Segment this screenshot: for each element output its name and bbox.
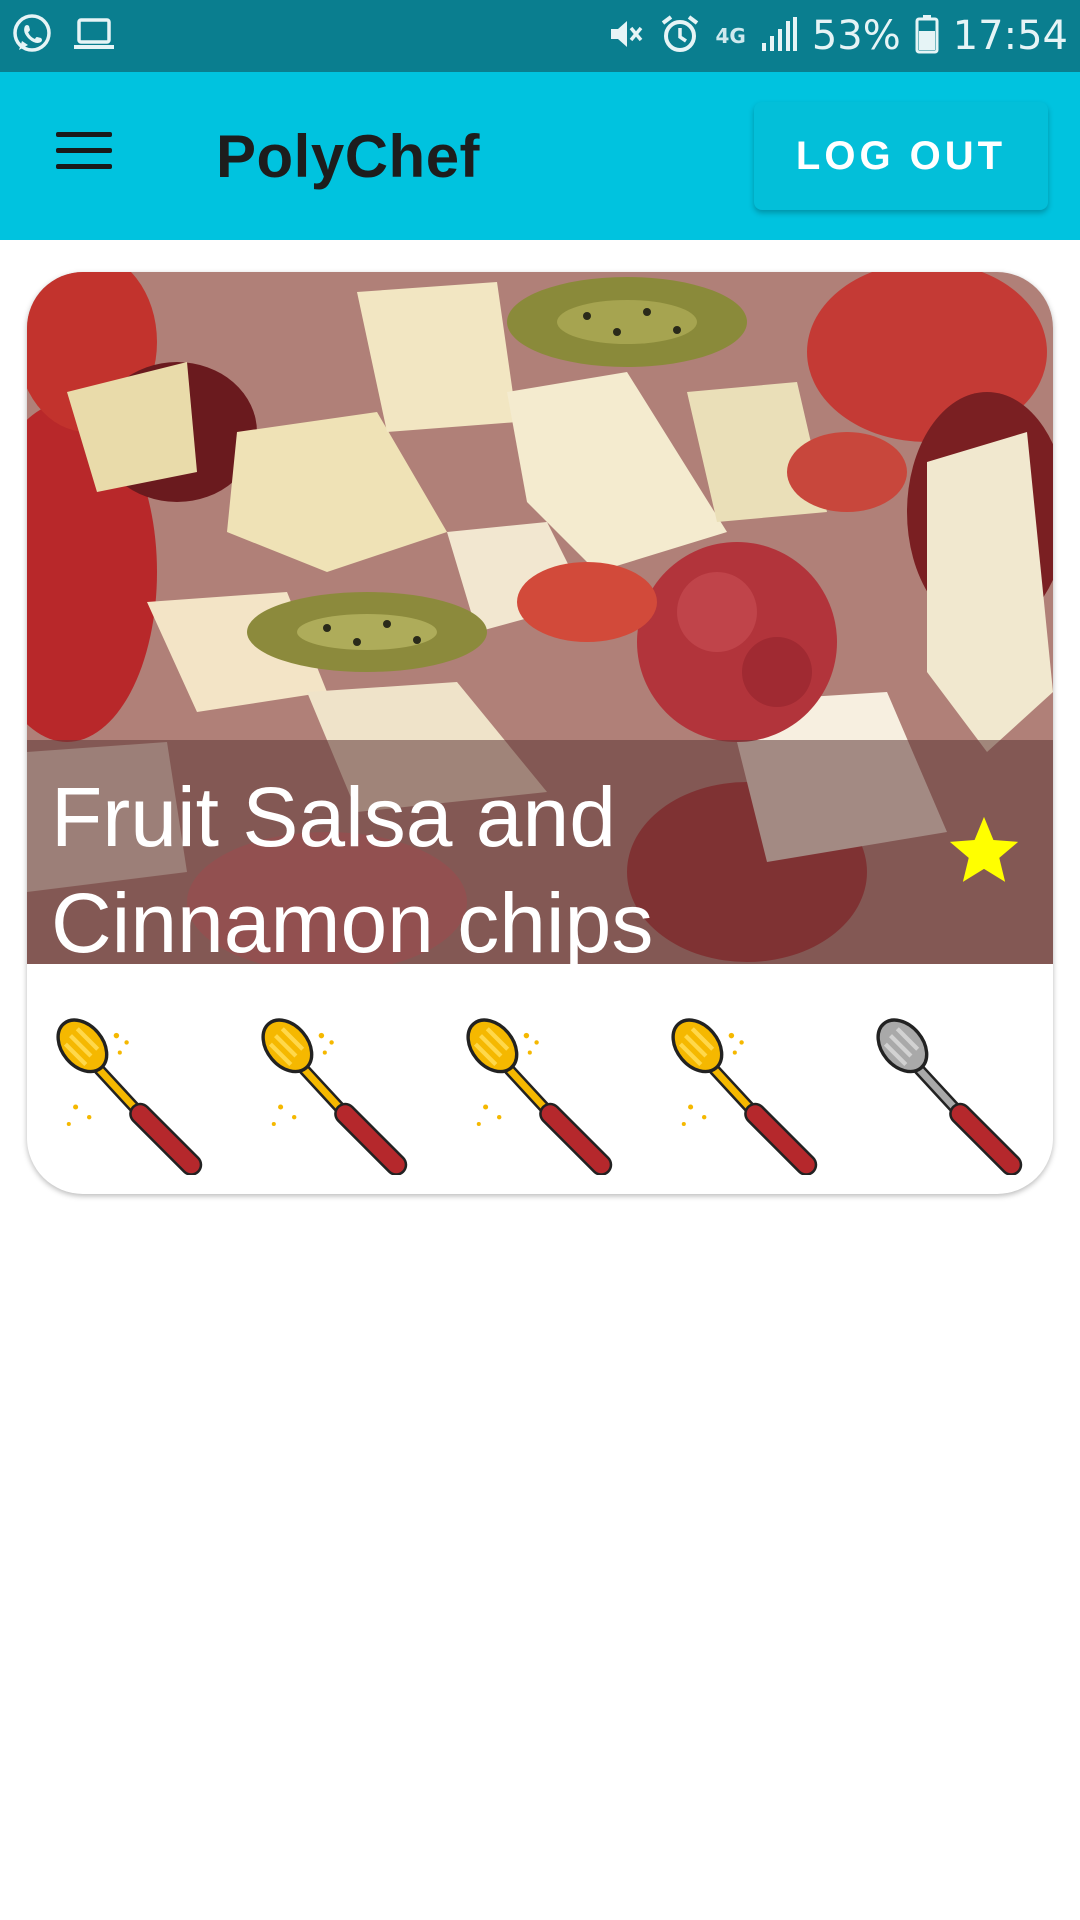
hamburger-menu-icon[interactable] bbox=[44, 122, 114, 182]
alarm-icon bbox=[659, 13, 701, 60]
recipe-title: Fruit Salsa and Cinnamon chips bbox=[51, 770, 654, 970]
whisk-icon-empty[interactable] bbox=[865, 1005, 1035, 1175]
favorite-star-icon[interactable] bbox=[945, 812, 1023, 890]
mute-icon bbox=[605, 14, 645, 59]
whisk-icon-filled[interactable] bbox=[455, 1005, 625, 1175]
status-bar: 4G 53% 17:54 bbox=[0, 0, 1080, 72]
whatsapp-icon bbox=[10, 12, 54, 61]
battery-icon bbox=[915, 14, 939, 59]
signal-icon bbox=[760, 15, 798, 58]
laptop-icon bbox=[72, 14, 116, 59]
whisk-icon-filled[interactable] bbox=[45, 1005, 215, 1175]
clock: 17:54 bbox=[952, 13, 1068, 59]
app-bar: PolyChef LOG OUT bbox=[0, 72, 1080, 240]
whisk-icon-filled[interactable] bbox=[660, 1005, 830, 1175]
whisk-icon-filled[interactable] bbox=[250, 1005, 420, 1175]
recipe-card[interactable]: Fruit Salsa and Cinnamon chips bbox=[27, 272, 1053, 1194]
battery-percent: 53% bbox=[811, 13, 901, 59]
rating-whisks bbox=[27, 1000, 1053, 1180]
app-title: PolyChef bbox=[216, 123, 481, 190]
logout-button[interactable]: LOG OUT bbox=[754, 102, 1048, 210]
network-type: 4G bbox=[715, 24, 746, 48]
